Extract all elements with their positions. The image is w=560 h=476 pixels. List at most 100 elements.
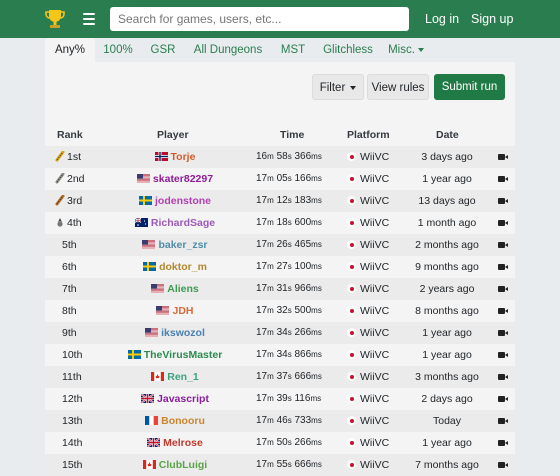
- video-camera-icon[interactable]: [498, 418, 508, 424]
- flag-uk-icon: [141, 394, 155, 403]
- flag-australia-icon: [134, 218, 148, 227]
- table-row[interactable]: 13th Bonooru 17m 46s 733ms WiiVC Today: [45, 410, 515, 432]
- player-cell[interactable]: ikswozol: [105, 322, 245, 344]
- tab-gsr[interactable]: GSR: [141, 38, 185, 62]
- table-row[interactable]: 10th TheVirusMaster 17m 34s 866ms WiiVC 1 ye…: [45, 344, 515, 366]
- player-cell[interactable]: doktor_m: [105, 256, 245, 278]
- player-cell[interactable]: skater82297: [105, 168, 245, 190]
- player-name[interactable]: JDH: [172, 305, 193, 317]
- login-link[interactable]: Log in: [425, 12, 459, 26]
- player-cell[interactable]: Ren_1: [105, 366, 245, 388]
- date-cell: 3 months ago: [415, 371, 479, 383]
- player-name[interactable]: TheVirusMaster: [144, 349, 223, 361]
- flag-japan-icon: [347, 328, 356, 337]
- search-input[interactable]: [110, 7, 409, 31]
- player-name[interactable]: Aliens: [167, 283, 199, 295]
- menu-toggle-icon[interactable]: [83, 13, 95, 28]
- video-camera-icon[interactable]: [498, 352, 508, 358]
- table-row[interactable]: 5th baker_zsr 17m 26s 465ms WiiVC 2 months a…: [45, 234, 515, 256]
- table-row[interactable]: 2nd skater82297 17m 05s 166ms WiiVC 1 year a…: [45, 168, 515, 190]
- tab-glitchless[interactable]: Glitchless: [315, 38, 381, 62]
- platform-cell: WiiVC: [347, 256, 407, 278]
- player-name[interactable]: Melrose: [163, 437, 203, 449]
- video-camera-icon[interactable]: [498, 374, 508, 380]
- player-name[interactable]: ClubLuigi: [159, 459, 207, 471]
- video-camera-icon[interactable]: [498, 308, 508, 314]
- date-cell: 2 years ago: [419, 283, 475, 295]
- player-name[interactable]: Javascript: [157, 393, 209, 405]
- filter-button[interactable]: Filter: [312, 74, 364, 100]
- table-row[interactable]: 11th Ren_1 17m 37s 666ms WiiVC 3 months ago: [45, 366, 515, 388]
- player-name[interactable]: baker_zsr: [158, 239, 207, 251]
- player-cell[interactable]: jodenstone: [105, 190, 245, 212]
- player-name[interactable]: skater82297: [153, 173, 213, 185]
- video-camera-icon[interactable]: [498, 154, 508, 160]
- submit-run-button[interactable]: Submit run: [434, 74, 505, 100]
- flag-japan-icon: [347, 240, 356, 249]
- rank-label: 9th: [62, 327, 77, 339]
- rank-label: 13th: [62, 415, 83, 427]
- table-row[interactable]: 7th Aliens 17m 31s 966ms WiiVC 2 years ago: [45, 278, 515, 300]
- rank-label: 2nd: [67, 173, 85, 185]
- time-cell: 16m 58s 366ms: [256, 151, 322, 162]
- table-row[interactable]: 3rd jodenstone 17m 12s 183ms WiiVC 13 days a…: [45, 190, 515, 212]
- platform-cell: WiiVC: [347, 300, 407, 322]
- table-row[interactable]: 12th Javascript 17m 39s 116ms WiiVC 2 days a…: [45, 388, 515, 410]
- player-cell[interactable]: Javascript: [105, 388, 245, 410]
- video-camera-icon[interactable]: [498, 264, 508, 270]
- video-camera-icon[interactable]: [498, 220, 508, 226]
- player-name[interactable]: RichardSage: [151, 217, 215, 229]
- table-row[interactable]: 9th ikswozol 17m 34s 266ms WiiVC 1 year ago: [45, 322, 515, 344]
- player-cell[interactable]: Bonooru: [105, 410, 245, 432]
- view-rules-button[interactable]: View rules: [367, 74, 429, 100]
- flag-japan-icon: [347, 262, 356, 271]
- player-name[interactable]: Ren_1: [167, 371, 199, 383]
- table-row[interactable]: 6th doktor_m 17m 27s 100ms WiiVC 9 months ag…: [45, 256, 515, 278]
- video-camera-icon[interactable]: [498, 462, 508, 468]
- player-cell[interactable]: baker_zsr: [105, 234, 245, 256]
- player-cell[interactable]: Aliens: [105, 278, 245, 300]
- video-camera-icon[interactable]: [498, 198, 508, 204]
- player-cell[interactable]: JDH: [105, 300, 245, 322]
- video-camera-icon[interactable]: [498, 330, 508, 336]
- player-cell[interactable]: Torje: [105, 146, 245, 168]
- tab-any-percent[interactable]: Any%: [45, 38, 95, 62]
- tab-mst[interactable]: MST: [271, 38, 315, 62]
- table-row[interactable]: 4th RichardSage 17m 18s 600ms WiiVC 1 month …: [45, 212, 515, 234]
- rank-label: 4th: [67, 217, 82, 229]
- header-time: Time: [280, 129, 305, 141]
- trophy-logo-icon[interactable]: [44, 8, 66, 30]
- table-row[interactable]: 8th JDH 17m 32s 500ms WiiVC 8 months ago: [45, 300, 515, 322]
- video-camera-icon[interactable]: [498, 286, 508, 292]
- player-name[interactable]: doktor_m: [159, 261, 207, 273]
- player-name[interactable]: ikswozol: [161, 327, 205, 339]
- time-cell: 17m 31s 966ms: [256, 283, 322, 294]
- platform-cell: WiiVC: [347, 388, 407, 410]
- time-cell: 17m 50s 266ms: [256, 437, 322, 448]
- platform-cell: WiiVC: [347, 146, 407, 168]
- player-name[interactable]: Torje: [171, 151, 196, 163]
- player-cell[interactable]: RichardSage: [105, 212, 245, 234]
- tab-misc[interactable]: Misc.: [381, 38, 431, 62]
- rank-label: 1st: [67, 151, 82, 163]
- table-row[interactable]: 1st Torje 16m 58s 366ms WiiVC 3 days ago: [45, 146, 515, 168]
- tab-100-percent[interactable]: 100%: [95, 38, 141, 62]
- player-cell[interactable]: TheVirusMaster: [105, 344, 245, 366]
- flag-norway-icon: [154, 152, 168, 161]
- flag-japan-icon: [347, 306, 356, 315]
- flag-japan-icon: [347, 350, 356, 359]
- video-camera-icon[interactable]: [498, 176, 508, 182]
- flag-canada-icon: [142, 460, 156, 469]
- video-camera-icon[interactable]: [498, 440, 508, 446]
- video-camera-icon[interactable]: [498, 396, 508, 402]
- player-name[interactable]: jodenstone: [155, 195, 211, 207]
- table-row[interactable]: 14th Melrose 17m 50s 266ms WiiVC 1 year ago: [45, 432, 515, 454]
- time-cell: 17m 34s 866ms: [256, 349, 322, 360]
- flag-japan-icon: [347, 174, 356, 183]
- signup-link[interactable]: Sign up: [471, 12, 513, 26]
- video-camera-icon[interactable]: [498, 242, 508, 248]
- player-cell[interactable]: Melrose: [105, 432, 245, 454]
- player-name[interactable]: Bonooru: [161, 415, 205, 427]
- platform-cell: WiiVC: [347, 168, 407, 190]
- tab-all-dungeons[interactable]: All Dungeons: [185, 38, 271, 62]
